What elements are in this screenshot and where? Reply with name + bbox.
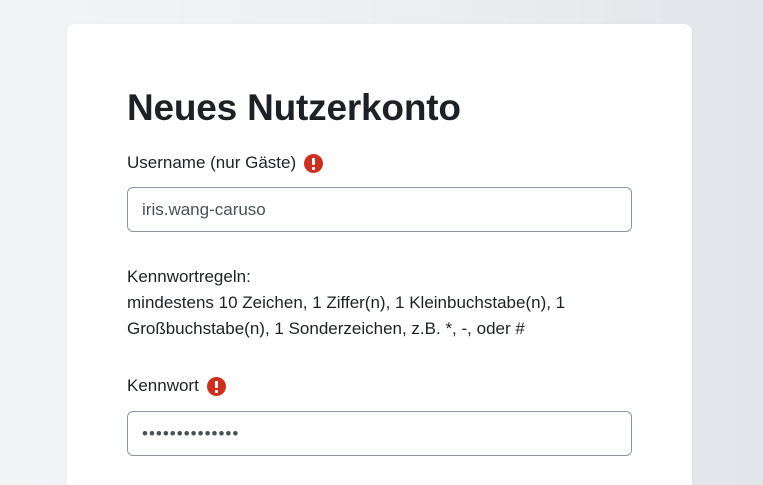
password-rules: Kennwortregeln: mindestens 10 Zeichen, 1… <box>127 264 647 342</box>
required-exclamation-icon <box>206 376 226 396</box>
password-rules-text: mindestens 10 Zeichen, 1 Ziffer(n), 1 Kl… <box>127 293 566 338</box>
password-rules-heading: Kennwortregeln: <box>127 267 251 286</box>
password-label-row: Kennwort <box>127 375 226 397</box>
password-input[interactable] <box>127 411 632 456</box>
password-label: Kennwort <box>127 376 199 395</box>
signup-card: Neues Nutzerkonto Username (nur Gäste) K… <box>67 24 692 485</box>
required-exclamation-icon <box>304 153 324 173</box>
page-title: Neues Nutzerkonto <box>127 87 461 128</box>
username-label-row: Username (nur Gäste) <box>127 152 324 174</box>
username-label: Username (nur Gäste) <box>127 153 297 172</box>
username-input[interactable] <box>127 187 632 232</box>
